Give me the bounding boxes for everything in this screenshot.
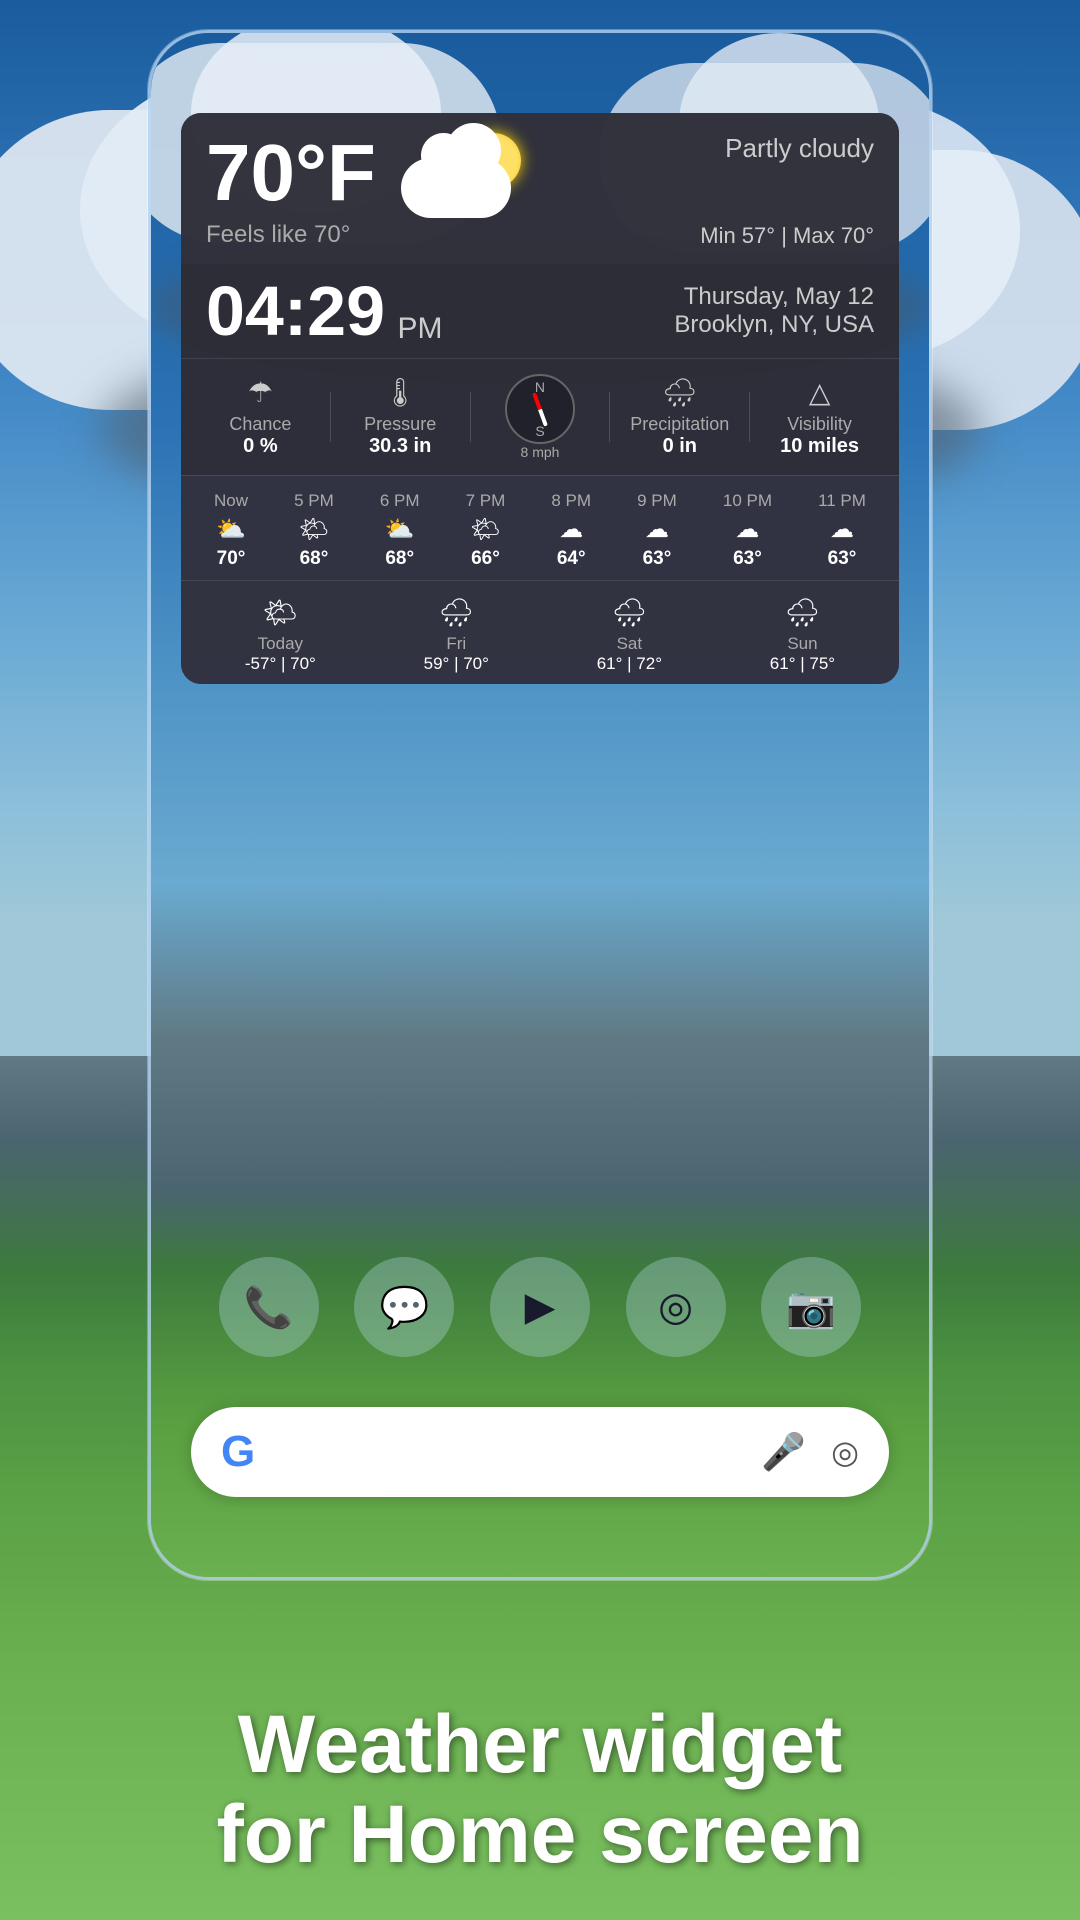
precipitation-icon: 🌧 xyxy=(662,376,698,409)
hourly-item: 9 PM ☁ 63° xyxy=(637,491,677,570)
hourly-scroll: Now ⛅ 70° 5 PM 🌤 68° 6 PM ⛅ 68° 7 PM 🌤 6… xyxy=(191,491,889,570)
cloud-icon xyxy=(401,158,511,218)
tagline-line2: for Home screen xyxy=(50,1790,1030,1880)
daily-forecast: 🌤 Today -57° | 70° 🌧 Fri 59° | 70° 🌧 Sat… xyxy=(181,580,899,684)
microphone-icon[interactable]: 🎤 xyxy=(761,1431,806,1473)
min-max-temp: Min 57° | Max 70° xyxy=(700,223,874,249)
phone-screen: 70°F Partly cloudy Feels like 70° Min 57… xyxy=(151,33,929,1577)
date-location: Thursday, May 12 Brooklyn, NY, USA xyxy=(674,283,874,339)
time-display: 04:29 PM xyxy=(206,276,443,346)
weather-widget[interactable]: 70°F Partly cloudy Feels like 70° Min 57… xyxy=(181,113,899,684)
compass-needle xyxy=(532,392,548,426)
visibility-icon: △ xyxy=(809,376,831,409)
app-dock: 📞 💬 ▶ ◎ 📷 xyxy=(201,1257,879,1357)
hourly-item: 11 PM ☁ 63° xyxy=(818,491,866,570)
widget-top: 70°F Partly cloudy Feels like 70° Min 57… xyxy=(181,113,899,264)
stat-precipitation: 🌧 Precipitation 0 in xyxy=(610,376,749,458)
daily-item: 🌧 Sat 61° | 72° xyxy=(597,591,662,674)
daily-item: 🌤 Today -57° | 70° xyxy=(245,591,316,674)
weather-icon-main xyxy=(401,128,531,218)
dock-chrome-icon[interactable]: ◎ xyxy=(626,1257,726,1357)
hourly-item: 6 PM ⛅ 68° xyxy=(380,491,420,570)
google-logo: G xyxy=(221,1427,255,1477)
hourly-item: Now ⛅ 70° xyxy=(214,491,248,570)
dock-camera-icon[interactable]: 📷 xyxy=(761,1257,861,1357)
hourly-item: 10 PM ☁ 63° xyxy=(723,491,772,570)
lens-icon[interactable]: ◎ xyxy=(831,1433,859,1471)
pressure-icon: 🌡 xyxy=(382,376,418,409)
dock-play-store-icon[interactable]: ▶ xyxy=(490,1257,590,1357)
bottom-tagline: Weather widget for Home screen xyxy=(0,1700,1080,1880)
tagline-line1: Weather widget xyxy=(50,1700,1030,1790)
wind-compass: N S xyxy=(505,374,575,444)
search-icons: 🎤 ◎ xyxy=(761,1431,859,1473)
stat-pressure: 🌡 Pressure 30.3 in xyxy=(331,376,470,458)
dock-phone-icon[interactable]: 📞 xyxy=(219,1257,319,1357)
weather-stats: ☂ Chance 0 % 🌡 Pressure 30.3 in N xyxy=(181,358,899,475)
stat-chance: ☂ Chance 0 % xyxy=(191,376,330,458)
daily-item: 🌧 Fri 59° | 70° xyxy=(424,591,489,674)
widget-time-section: 04:29 PM Thursday, May 12 Brooklyn, NY, … xyxy=(181,264,899,358)
stat-wind: N S 8 mph xyxy=(471,374,610,460)
weather-condition: Partly cloudy xyxy=(725,133,874,164)
hourly-item: 7 PM 🌤 66° xyxy=(466,491,506,570)
daily-item: 🌧 Sun 61° | 75° xyxy=(770,591,835,674)
dock-messages-icon[interactable]: 💬 xyxy=(354,1257,454,1357)
stat-visibility: △ Visibility 10 miles xyxy=(750,376,889,458)
phone-frame: 70°F Partly cloudy Feels like 70° Min 57… xyxy=(148,30,932,1580)
hourly-item: 8 PM ☁ 64° xyxy=(551,491,591,570)
hourly-forecast: Now ⛅ 70° 5 PM 🌤 68° 6 PM ⛅ 68° 7 PM 🌤 6… xyxy=(181,475,899,580)
hourly-item: 5 PM 🌤 68° xyxy=(294,491,334,570)
google-search-bar[interactable]: G 🎤 ◎ xyxy=(191,1407,889,1497)
chance-icon: ☂ xyxy=(248,376,273,409)
